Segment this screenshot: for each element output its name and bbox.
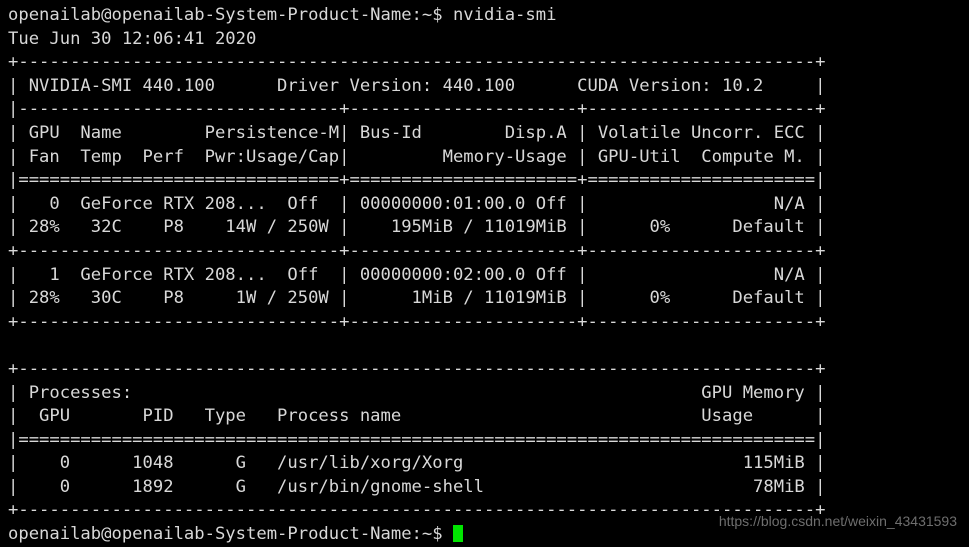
processes-table-top-border: +---------------------------------------…	[8, 358, 826, 379]
smi-column-header-row-1: | GPU Name Persistence-M| Bus-Id Disp.A …	[8, 122, 826, 143]
gpu-row-1-line-1: | 1 GeForce RTX 208... Off | 00000000:02…	[8, 264, 826, 285]
smi-header-separator: |-------------------------------+-------…	[8, 99, 826, 120]
processes-header-double-separator: |=======================================…	[8, 429, 826, 450]
gpu-row-1-line-2: | 28% 30C P8 1W / 250W | 1MiB / 11019MiB…	[8, 288, 826, 309]
terminal-line-command: openailab@openailab-System-Product-Name:…	[8, 5, 557, 25]
processes-column-header-row: | GPU PID Type Process name Usage |	[8, 406, 826, 427]
gpu-row-0-line-2: | 28% 32C P8 14W / 250W | 195MiB / 11019…	[8, 217, 826, 238]
smi-version-header: | NVIDIA-SMI 440.100 Driver Version: 440…	[8, 75, 826, 96]
watermark-url: https://blog.csdn.net/weixin_43431593	[718, 513, 957, 529]
smi-table-bottom-border: +-------------------------------+-------…	[8, 311, 826, 332]
gpu-row-0-line-1: | 0 GeForce RTX 208... Off | 00000000:01…	[8, 193, 826, 214]
prompt-text: openailab@openailab-System-Product-Name:…	[8, 524, 453, 545]
text-cursor	[452, 525, 464, 543]
smi-column-header-row-2: | Fan Temp Perf Pwr:Usage/Cap| Memory-Us…	[8, 146, 826, 167]
process-row-0: | 0 1048 G /usr/lib/xorg/Xorg 115MiB |	[8, 453, 826, 474]
terminal-window[interactable]: openailab@openailab-System-Product-Name:…	[0, 0, 969, 545]
smi-table-top-border: +---------------------------------------…	[8, 52, 826, 73]
terminal-line-timestamp: Tue Jun 30 12:06:41 2020	[8, 28, 257, 49]
gpu-row-separator-0: +-------------------------------+-------…	[8, 240, 826, 261]
smi-header-double-separator: |===============================+=======…	[8, 170, 826, 191]
process-row-1: | 0 1892 G /usr/bin/gnome-shell 78MiB |	[8, 476, 826, 497]
processes-section-title-row: | Processes: GPU Memory |	[8, 382, 826, 403]
